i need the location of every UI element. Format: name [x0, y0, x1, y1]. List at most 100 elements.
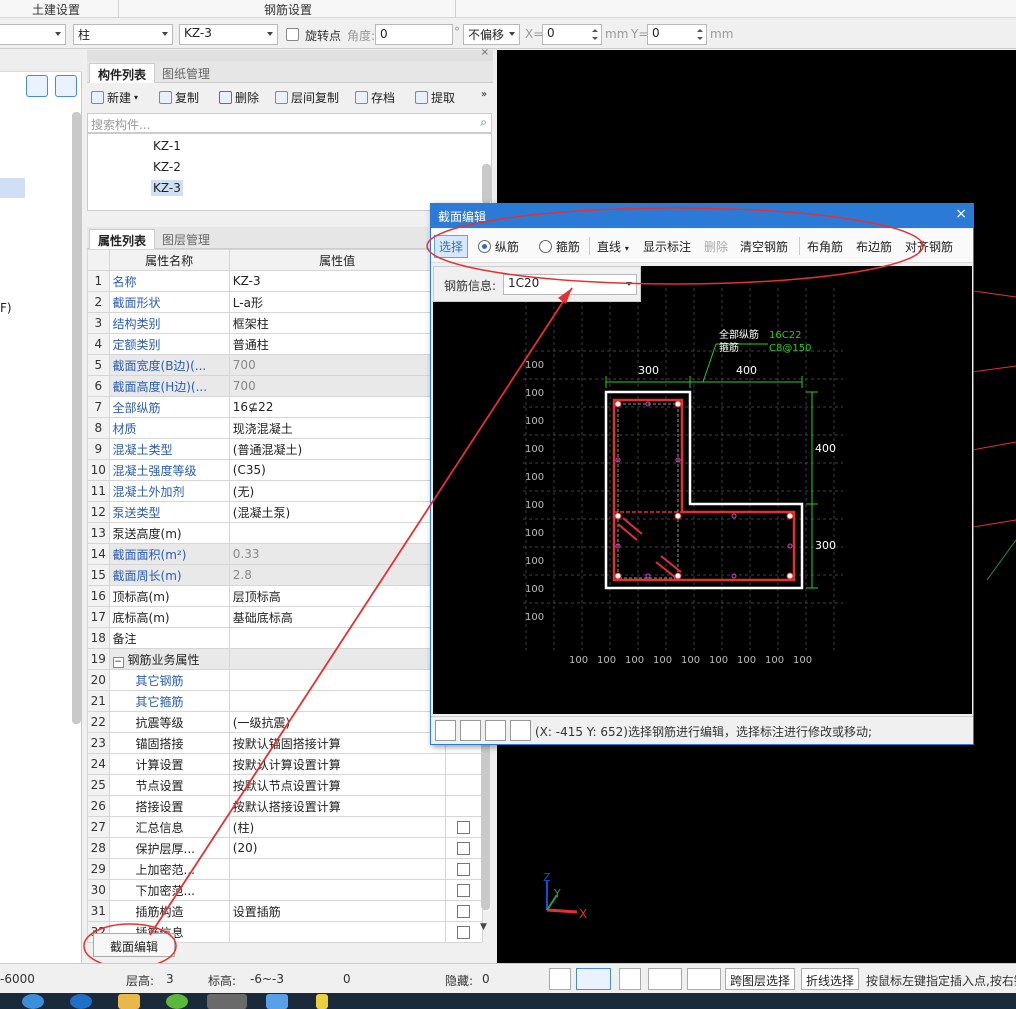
angle-input[interactable]: 0	[375, 24, 453, 45]
table-row[interactable]: 3 结构类别 框架柱	[87, 312, 484, 334]
property-value[interactable]: L-a形	[228, 291, 446, 313]
list-view-icon[interactable]	[26, 75, 48, 97]
x-offset-input[interactable]: 0	[542, 24, 602, 45]
property-checkbox[interactable]	[457, 884, 471, 897]
property-value[interactable]: (20)	[228, 837, 446, 859]
table-row[interactable]: 24 计算设置 按默认计算设置计算	[87, 753, 484, 775]
property-value[interactable]: 按默认节点设置计算	[228, 774, 446, 796]
ortho-icon[interactable]	[549, 968, 571, 990]
property-value[interactable]: (普通混凝土)	[228, 438, 446, 460]
table-row[interactable]: 7 全部纵筋 16⊈22	[87, 396, 484, 418]
property-value[interactable]: 按默认计算设置计算	[228, 753, 446, 775]
property-value[interactable]: 700	[228, 354, 446, 376]
ribbon-tab-rebar[interactable]: 钢筋设置	[264, 1, 312, 18]
table-row[interactable]: 4 定额类别 普通柱	[87, 333, 484, 355]
property-checkbox[interactable]	[457, 905, 471, 918]
longitudinal-radio[interactable]: 纵筋	[478, 238, 519, 255]
browser-icon[interactable]	[70, 994, 92, 1009]
table-row[interactable]: 19− 钢筋业务属性	[87, 648, 484, 670]
table-row[interactable]: 8 材质 现浇混凝土	[87, 417, 484, 439]
ortho-icon[interactable]	[435, 720, 456, 741]
category-combo[interactable]: 柱	[73, 24, 173, 45]
list-item[interactable]: KZ-3	[151, 180, 183, 196]
polyline-select-button[interactable]: 折线选择	[801, 968, 860, 990]
property-value[interactable]	[228, 669, 446, 691]
property-value[interactable]: 2.8	[228, 564, 446, 586]
property-value[interactable]	[228, 921, 446, 943]
property-checkbox[interactable]	[457, 842, 471, 855]
tab-component-list[interactable]: 构件列表	[89, 63, 156, 83]
new-button[interactable]: 新建 ▾	[91, 89, 138, 106]
property-value[interactable]: (C35)	[228, 459, 446, 481]
table-row[interactable]: 12 泵送类型 (混凝土泵)	[87, 501, 484, 523]
section-edit-button[interactable]: 截面编辑	[93, 933, 175, 957]
ribbon-tab-civil[interactable]: 土建设置	[32, 1, 80, 18]
close-icon[interactable]: ×	[955, 206, 967, 222]
extract-button[interactable]: 提取	[415, 89, 455, 106]
add-point-icon[interactable]	[510, 720, 531, 741]
table-row[interactable]: 15 截面周长(m) 2.8	[87, 564, 484, 586]
table-row[interactable]: 17 底标高(m) 基础底标高	[87, 606, 484, 628]
property-value[interactable]: 按默认搭接设置计算	[228, 795, 446, 817]
table-row[interactable]: 6 截面高度(H边)(... 700	[87, 375, 484, 397]
property-value[interactable]	[228, 522, 446, 544]
table-row[interactable]: 22 抗震等级 (一级抗震)	[87, 711, 484, 733]
save-button[interactable]: 存档	[355, 89, 395, 106]
y-offset-input[interactable]: 0	[647, 24, 707, 45]
perpendicular-icon[interactable]	[485, 720, 506, 741]
cross-icon[interactable]	[619, 968, 641, 990]
select-box-icon[interactable]	[576, 968, 611, 990]
property-value[interactable]: 16⊈22	[228, 396, 446, 418]
spin-up-icon[interactable]	[592, 29, 598, 32]
component-search-input[interactable]: 搜索构件... ⌕	[87, 113, 492, 133]
table-row[interactable]: 13 泵送高度(m)	[87, 522, 484, 544]
table-row[interactable]: 30 下加密范...	[87, 879, 484, 901]
floor-copy-button[interactable]: 层间复制	[275, 89, 339, 106]
spin-down-icon[interactable]	[592, 37, 598, 40]
property-value[interactable]: 0.33	[228, 543, 446, 565]
table-row[interactable]: 21 其它箍筋	[87, 690, 484, 712]
mail-icon[interactable]	[266, 994, 288, 1009]
property-value[interactable]: 设置插筋	[228, 900, 446, 922]
table-row[interactable]: 26 搭接设置 按默认搭接设置计算	[87, 795, 484, 817]
all-long-rebar-value[interactable]: 16C22	[769, 330, 801, 341]
property-value[interactable]	[228, 648, 446, 670]
dialog-delete-button[interactable]: 删除	[704, 238, 728, 255]
tab-property-list[interactable]: 属性列表	[89, 229, 156, 249]
table-row[interactable]: 2 截面形状 L-a形	[87, 291, 484, 313]
table-row[interactable]: 10 混凝土强度等级 (C35)	[87, 459, 484, 481]
floor-combo[interactable]	[0, 24, 66, 45]
scroll-down-icon[interactable]: ▼	[480, 922, 487, 932]
folder-icon[interactable]	[118, 994, 140, 1009]
offset-combo[interactable]: 不偏移	[463, 24, 520, 45]
corner-rebar-button[interactable]: 布角筋	[807, 238, 843, 255]
property-value[interactable]: 基础底标高	[228, 606, 446, 628]
property-value[interactable]: (一级抗震)	[228, 711, 446, 733]
property-value[interactable]	[228, 858, 446, 880]
property-value[interactable]: 框架柱	[228, 312, 446, 334]
app-icon[interactable]	[22, 994, 44, 1009]
property-value[interactable]	[228, 690, 446, 712]
property-value[interactable]: 层顶标高	[228, 585, 446, 607]
select-button[interactable]: 选择	[434, 235, 469, 258]
table-row[interactable]: 16 顶标高(m) 层顶标高	[87, 585, 484, 607]
delete-button[interactable]: 删除	[219, 89, 259, 106]
table-row[interactable]: 29 上加密范...	[87, 858, 484, 880]
table-row[interactable]: 5 截面宽度(B边)(... 700	[87, 354, 484, 376]
line-button[interactable]: 直线 ▾	[597, 238, 629, 255]
nav-scrollbar[interactable]	[72, 112, 81, 724]
detail-view-icon[interactable]	[55, 75, 77, 97]
property-value[interactable]: 普通柱	[228, 333, 446, 355]
table-row[interactable]: 31 插筋构造 设置插筋	[87, 900, 484, 922]
chat-icon[interactable]	[166, 994, 188, 1009]
property-value[interactable]: (柱)	[228, 816, 446, 838]
table-row[interactable]: 18 备注	[87, 627, 484, 649]
more-icon[interactable]: »	[481, 89, 487, 100]
table-row[interactable]: 20 其它钢筋	[87, 669, 484, 691]
property-value[interactable]: (混凝土泵)	[228, 501, 446, 523]
spin-down-icon[interactable]	[697, 37, 703, 40]
tab-layer-manage[interactable]: 图层管理	[154, 229, 218, 249]
table-row[interactable]: 9 混凝土类型 (普通混凝土)	[87, 438, 484, 460]
tab-drawing-manage[interactable]: 图纸管理	[154, 63, 218, 83]
property-value[interactable]: 700	[228, 375, 446, 397]
